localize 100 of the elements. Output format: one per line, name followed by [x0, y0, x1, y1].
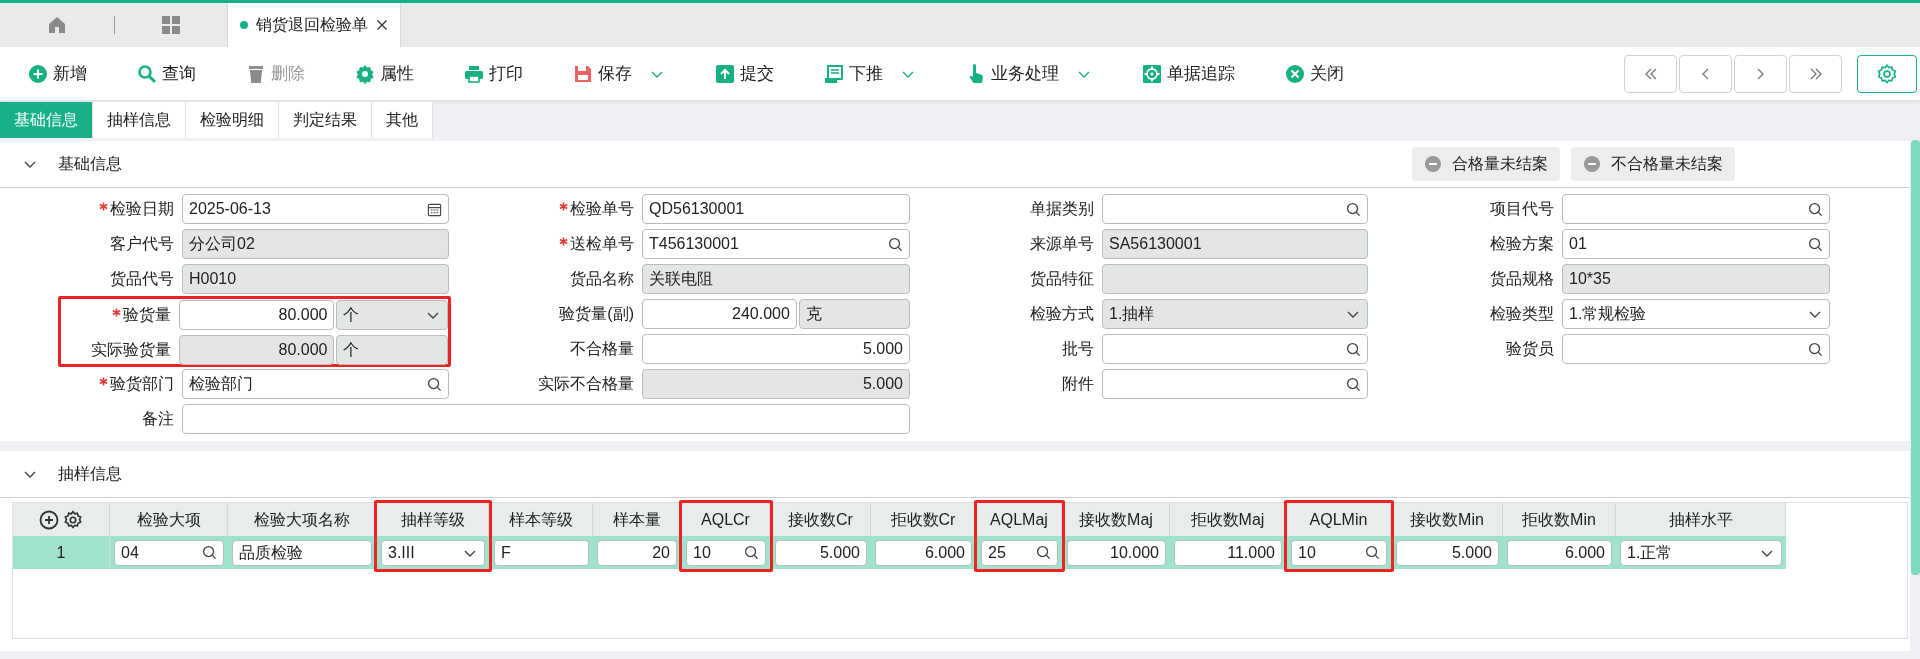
number-field[interactable]: 6.000 — [1507, 539, 1612, 566]
field-label: 实际不合格量 — [537, 374, 635, 394]
tab-title: 销货退回检验单 — [256, 15, 368, 35]
column-header[interactable]: 拒收数Maj — [1170, 503, 1286, 536]
lookup-field[interactable]: T456130001 — [642, 229, 910, 259]
text-field[interactable]: H0010 — [182, 264, 449, 294]
field-label: 验货员 — [1505, 339, 1555, 359]
grid-icon[interactable] — [161, 15, 181, 35]
text-field[interactable]: F — [494, 539, 589, 566]
lookup-field[interactable] — [1102, 334, 1368, 364]
text-field[interactable]: 10*35 — [1562, 264, 1830, 294]
column-header[interactable]: AQLMaj — [977, 503, 1062, 536]
lookup-field[interactable]: 10 — [686, 539, 766, 566]
column-header[interactable]: 抽样水平 — [1616, 503, 1786, 536]
form-tab[interactable]: 抽样信息 — [93, 102, 186, 138]
dropdown[interactable]: 1.正常 — [1620, 539, 1782, 566]
last-page-button[interactable] — [1789, 54, 1842, 93]
scrollbar[interactable] — [1911, 140, 1920, 575]
column-header[interactable]: 拒收数Cr — [871, 503, 976, 536]
field-label: 单据类别 — [1029, 199, 1095, 219]
column-header[interactable]: 接收数Cr — [771, 503, 871, 536]
lookup-field[interactable]: 01 — [1562, 229, 1830, 259]
column-header[interactable]: 接收数Maj — [1063, 503, 1170, 536]
text-field[interactable]: QD56130001 — [642, 194, 910, 224]
column-header[interactable]: AQLCr — [682, 503, 770, 536]
search-icon — [137, 63, 157, 84]
field-label: 货品特征 — [1029, 269, 1095, 289]
text-field[interactable]: 品质检验 — [232, 539, 372, 566]
field-label: 不合格量 — [569, 339, 635, 359]
settings-icon[interactable] — [63, 509, 83, 530]
toolbar-button[interactable]: 业务处理 — [966, 60, 1092, 87]
search-icon — [744, 545, 759, 560]
lookup-field[interactable]: 10 — [1291, 539, 1387, 566]
number-field[interactable]: 5.000 — [1396, 539, 1499, 566]
dropdown[interactable]: 1.抽样 — [1102, 299, 1368, 329]
form-tab[interactable]: 其他 — [372, 102, 433, 138]
column-header[interactable]: 样本量 — [593, 503, 681, 536]
form-tab[interactable]: 检验明细 — [186, 102, 279, 138]
toolbar-button[interactable]: 单据追踪 — [1142, 60, 1235, 87]
dropdown[interactable]: 1.常规检验 — [1562, 299, 1830, 329]
plus-circle-icon[interactable] — [39, 509, 59, 530]
lookup-field[interactable] — [1102, 369, 1368, 399]
column-header[interactable]: 检验大项 — [110, 503, 228, 536]
number-field[interactable]: 11.000 — [1174, 539, 1282, 566]
quantity-field: 80.000 — [179, 335, 335, 365]
search-icon — [1808, 201, 1823, 217]
toolbar-button[interactable]: 保存 — [573, 60, 665, 87]
text-field[interactable]: 分公司02 — [182, 229, 449, 259]
previous-icon — [1702, 67, 1709, 80]
toolbar-button[interactable]: 提交 — [715, 60, 774, 87]
next-icon — [1757, 67, 1764, 80]
next-button[interactable] — [1734, 54, 1787, 93]
number-field[interactable]: 5.000 — [775, 539, 867, 566]
number-field[interactable]: 5.000 — [642, 369, 910, 399]
settings-button[interactable] — [1857, 54, 1917, 93]
number-field[interactable]: 5.000 — [642, 334, 910, 364]
toolbar-button[interactable]: 新增 — [28, 60, 87, 87]
field-label: 货品代号 — [109, 269, 175, 289]
quantity-field[interactable]: 80.000 — [179, 300, 335, 330]
lookup-field[interactable]: 25 — [981, 539, 1058, 566]
column-header[interactable]: AQLMin — [1287, 503, 1391, 536]
text-field[interactable]: SA56130001 — [1102, 229, 1368, 259]
field-label: 货品名称 — [569, 269, 635, 289]
lookup-field[interactable]: 04 — [114, 539, 224, 566]
status-button[interactable]: 合格量未结案 — [1412, 147, 1560, 181]
date-field[interactable]: 2025-06-13 — [182, 194, 449, 224]
home-icon[interactable] — [47, 15, 67, 35]
text-field[interactable] — [182, 404, 910, 434]
quantity-field[interactable]: 240.000 — [642, 299, 797, 329]
status-button[interactable]: 不合格量未结案 — [1571, 147, 1735, 181]
dropdown[interactable]: 3.III — [381, 539, 485, 566]
column-header[interactable]: 抽样等级 — [377, 503, 489, 536]
field-label: 检验方案 — [1489, 234, 1555, 254]
document-tab[interactable]: 销货退回检验单 — [227, 3, 401, 47]
number-field[interactable]: 10.000 — [1067, 539, 1166, 566]
lookup-field[interactable] — [1562, 334, 1830, 364]
field-label: 验货量(副) — [558, 304, 635, 324]
previous-button[interactable] — [1679, 54, 1732, 93]
lookup-field[interactable]: 检验部门 — [182, 369, 449, 399]
form-tab[interactable]: 判定结果 — [279, 102, 372, 138]
unit-field: 个 — [336, 335, 448, 365]
text-field[interactable] — [1102, 264, 1368, 294]
row-number: 1 — [13, 536, 110, 569]
column-header[interactable]: 检验大项名称 — [228, 503, 376, 536]
unit-dropdown[interactable]: 个 — [336, 300, 448, 330]
lookup-field[interactable] — [1102, 194, 1368, 224]
field-label: 批号 — [1061, 339, 1095, 359]
toolbar-button[interactable]: 属性 — [355, 60, 414, 87]
column-header[interactable]: 拒收数Min — [1503, 503, 1616, 536]
number-field[interactable]: 20 — [597, 539, 677, 566]
column-header[interactable]: 样本等级 — [490, 503, 593, 536]
number-field[interactable]: 6.000 — [875, 539, 972, 566]
toolbar-button[interactable]: 查询 — [137, 60, 196, 87]
text-field[interactable]: 关联电阻 — [642, 264, 910, 294]
toolbar-button[interactable]: 关闭 — [1285, 60, 1344, 87]
toolbar-button[interactable]: 下推 — [824, 60, 916, 87]
toolbar-button[interactable]: 打印 — [464, 60, 523, 87]
column-header[interactable]: 接收数Min — [1392, 503, 1503, 536]
lookup-field[interactable] — [1562, 194, 1830, 224]
first-page-button[interactable] — [1624, 54, 1677, 93]
